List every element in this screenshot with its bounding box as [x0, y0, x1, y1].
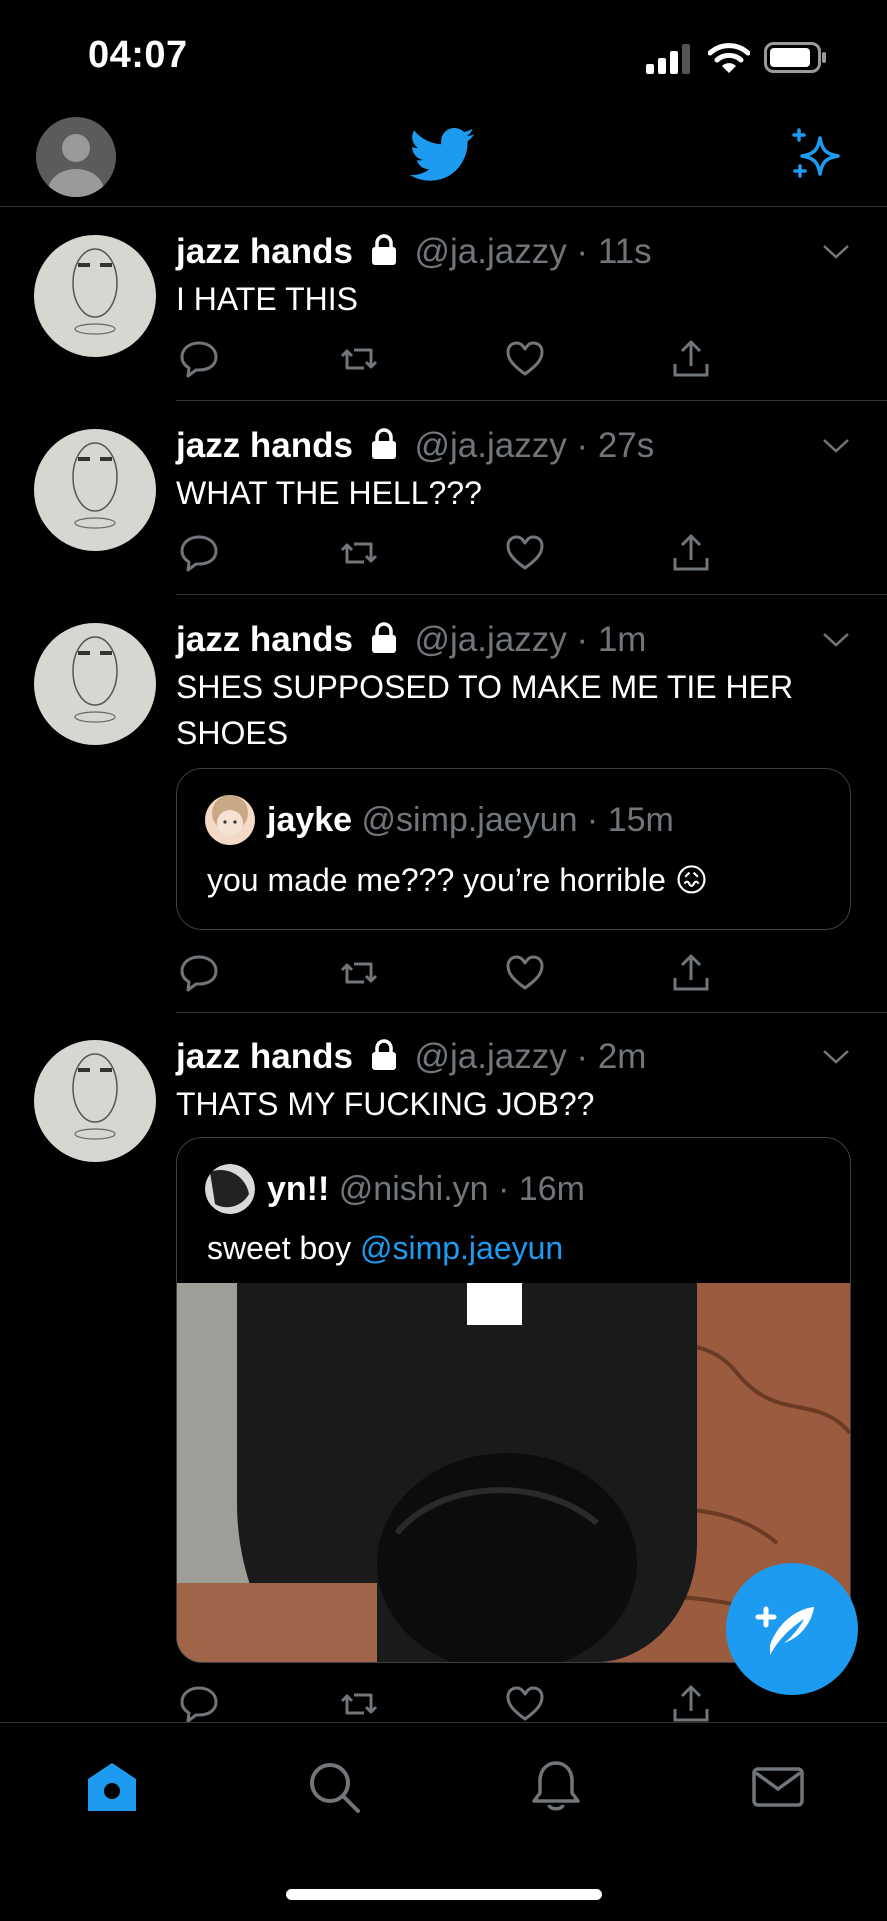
compose-feather-icon	[755, 1606, 814, 1655]
share-icon[interactable]	[670, 338, 712, 380]
chevron-down-icon[interactable]	[822, 1049, 850, 1065]
lock-icon	[371, 234, 396, 265]
chevron-down-icon[interactable]	[822, 244, 850, 260]
quote-author-name[interactable]: jayke	[267, 801, 352, 839]
author-name[interactable]: jazz hands	[176, 426, 353, 465]
tweet-text: THATS MY FUCKING JOB??	[176, 1086, 595, 1122]
mention-link[interactable]: @simp.jaeyun	[360, 1230, 563, 1266]
author-name[interactable]: jazz hands	[176, 232, 353, 271]
tweet-actions	[176, 338, 716, 384]
twitter-bird-icon[interactable]	[410, 128, 476, 182]
wifi-icon	[708, 43, 750, 73]
tweet-divider	[176, 400, 887, 401]
quote-timestamp: 15m	[607, 801, 674, 839]
tweet-actions	[176, 952, 716, 998]
quote-timestamp: 16m	[518, 1170, 585, 1208]
avatar[interactable]	[34, 623, 156, 745]
status-time: 04:07	[88, 34, 188, 76]
tweet-divider	[176, 1012, 887, 1013]
compose-tweet-button[interactable]	[726, 1563, 858, 1695]
quote-avatar	[205, 1164, 255, 1214]
quote-avatar	[205, 795, 255, 845]
quoted-tweet[interactable]: jayke @simp.jaeyun · 15m you made me??? …	[176, 768, 851, 930]
sketch-avatar-icon	[72, 1053, 118, 1140]
like-icon[interactable]	[504, 532, 546, 574]
home-indicator	[286, 1889, 602, 1900]
meta-separator: ·	[488, 1170, 519, 1208]
sketch-avatar-icon	[72, 442, 118, 529]
dark-photo-avatar-icon	[205, 1164, 255, 1214]
reply-icon[interactable]	[178, 532, 220, 574]
lock-icon	[371, 1039, 396, 1070]
retweet-icon[interactable]	[338, 952, 380, 994]
author-handle: @ja.jazzy	[414, 1037, 567, 1076]
confounded-emoji: 😖	[674, 862, 709, 898]
profile-avatar[interactable]	[36, 117, 116, 197]
sketch-avatar-icon	[72, 636, 118, 723]
meta-separator: ·	[566, 426, 598, 465]
battery-icon	[764, 42, 826, 73]
meta-separator: ·	[577, 801, 608, 839]
retweet-icon[interactable]	[338, 1683, 380, 1725]
default-user-icon	[48, 134, 104, 197]
home-icon[interactable]	[84, 1759, 140, 1815]
avatar[interactable]	[34, 235, 156, 357]
author-name[interactable]: jazz hands	[176, 1037, 353, 1076]
reply-icon[interactable]	[178, 1683, 220, 1725]
author-handle: @ja.jazzy	[414, 620, 567, 659]
chevron-down-icon[interactable]	[822, 632, 850, 648]
reply-icon[interactable]	[178, 338, 220, 380]
meta-separator: ·	[566, 1037, 598, 1076]
author-handle: @ja.jazzy	[414, 232, 567, 271]
bell-icon[interactable]	[528, 1759, 584, 1815]
author-handle: @ja.jazzy	[414, 426, 567, 465]
share-icon[interactable]	[670, 532, 712, 574]
tweet-timestamp: 2m	[597, 1037, 647, 1076]
tweet-text: SHES SUPPOSED TO MAKE ME TIE HER SHOES	[176, 669, 794, 751]
tweet-timestamp: 11s	[597, 232, 652, 271]
lock-icon	[371, 428, 396, 459]
quote-text: you made me??? you’re horrible	[207, 862, 666, 898]
avatar[interactable]	[34, 1040, 156, 1162]
share-icon[interactable]	[670, 1683, 712, 1725]
like-icon[interactable]	[504, 1683, 546, 1725]
tweet-actions	[176, 532, 716, 578]
mail-icon[interactable]	[750, 1759, 806, 1815]
quote-author-handle: @simp.jaeyun	[361, 801, 578, 839]
header-divider	[0, 206, 887, 207]
sketch-avatar-icon	[72, 248, 118, 335]
tweet-text: WHAT THE HELL???	[176, 475, 482, 511]
share-icon[interactable]	[670, 952, 712, 994]
search-icon[interactable]	[306, 1759, 362, 1815]
face-avatar-icon	[212, 795, 248, 836]
tweet-timestamp: 27s	[597, 426, 655, 465]
signal-icon	[646, 44, 690, 74]
like-icon[interactable]	[504, 952, 546, 994]
author-name[interactable]: jazz hands	[176, 620, 353, 659]
quote-author-handle: @nishi.yn	[338, 1170, 489, 1208]
retweet-icon[interactable]	[338, 532, 380, 574]
sparkle-icon[interactable]	[790, 128, 842, 180]
tweet-divider	[176, 594, 887, 595]
like-icon[interactable]	[504, 338, 546, 380]
tweet-text: I HATE THIS	[176, 281, 358, 317]
quote-author-name[interactable]: yn!!	[267, 1170, 329, 1208]
tweet-timestamp: 1m	[597, 620, 647, 659]
retweet-icon[interactable]	[338, 338, 380, 380]
reply-icon[interactable]	[178, 952, 220, 994]
avatar[interactable]	[34, 429, 156, 551]
meta-separator: ·	[566, 620, 598, 659]
meta-separator: ·	[566, 232, 598, 271]
lock-icon	[371, 622, 396, 653]
quote-text: sweet boy	[207, 1230, 360, 1266]
chevron-down-icon[interactable]	[822, 438, 850, 454]
